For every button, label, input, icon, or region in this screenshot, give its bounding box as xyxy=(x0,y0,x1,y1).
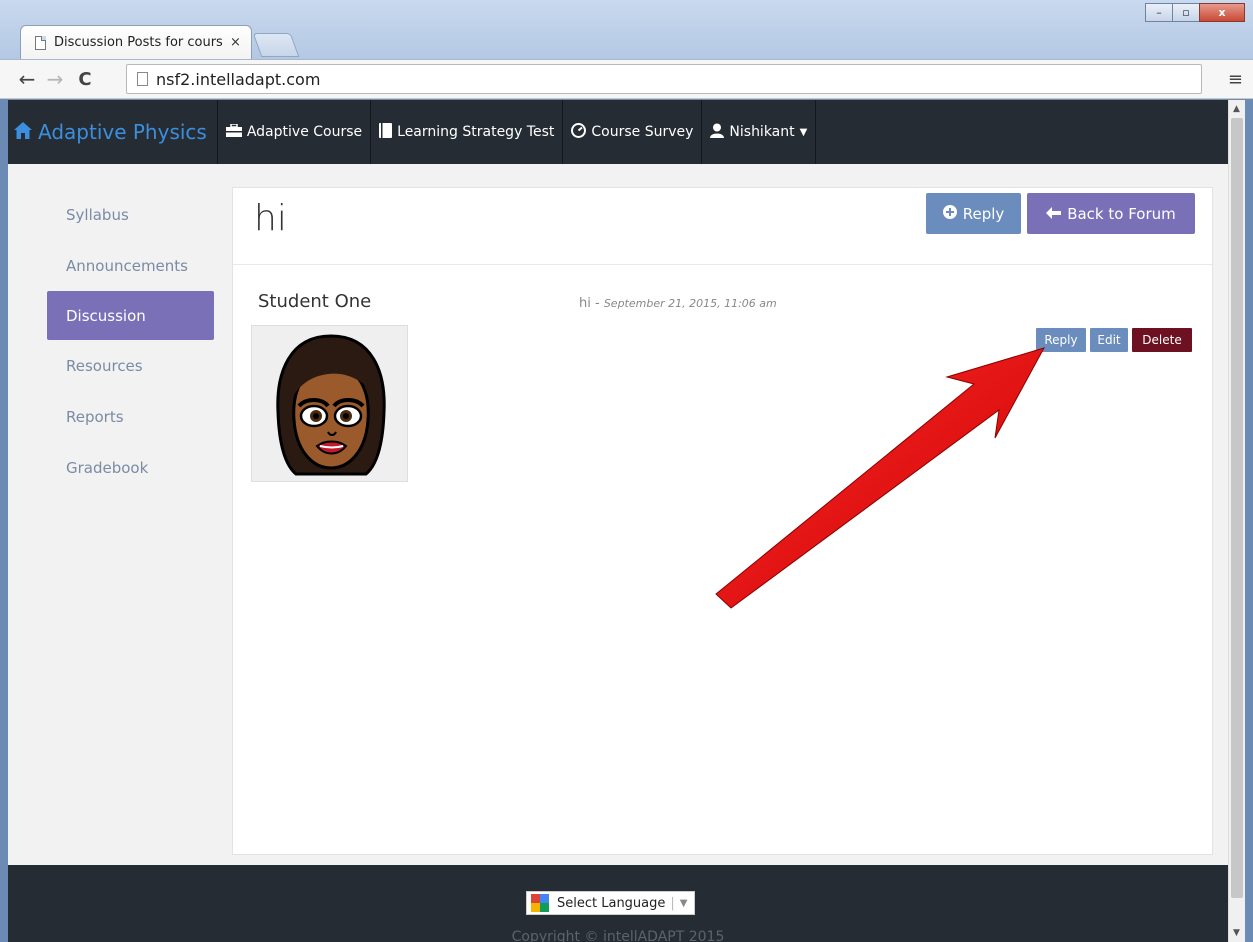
page-footer: Select Language | ▼ Copyright © intellAD… xyxy=(8,865,1228,942)
post-delete-button[interactable]: Delete xyxy=(1132,328,1192,352)
browser-tab[interactable]: Discussion Posts for cours × xyxy=(20,25,252,59)
address-bar[interactable]: nsf2.intelladapt.com xyxy=(126,64,1202,94)
sidebar-item-discussion[interactable]: Discussion xyxy=(47,291,214,340)
language-selector[interactable]: Select Language | ▼ xyxy=(526,891,695,915)
nav-label: Learning Strategy Test xyxy=(397,124,555,140)
copyright-text: Copyright © intellADAPT 2015 xyxy=(511,929,725,942)
plus-circle-icon xyxy=(942,204,957,223)
post-panel: hi Reply Back to Forum Student One hi - … xyxy=(232,187,1213,855)
page-title: hi xyxy=(254,198,287,239)
nav-adaptive-course[interactable]: Adaptive Course xyxy=(218,100,372,164)
brand-link[interactable]: Adaptive Physics xyxy=(8,100,218,164)
dashboard-icon xyxy=(571,122,587,142)
back-label: Back to Forum xyxy=(1067,204,1176,223)
user-name: Nishikant xyxy=(729,124,795,140)
tab-close-icon[interactable]: × xyxy=(230,35,241,50)
dropdown-arrow-icon: ▼ xyxy=(679,897,688,909)
briefcase-icon xyxy=(225,122,242,141)
post-date: September 21, 2015, 11:06 am xyxy=(603,297,777,310)
window-frame xyxy=(0,100,8,942)
avatar-face-icon xyxy=(276,334,386,476)
forward-arrow-icon[interactable]: → xyxy=(44,67,66,91)
nav-learning-strategy-test[interactable]: Learning Strategy Test xyxy=(371,100,564,164)
vertical-scrollbar[interactable]: ▲ ▼ xyxy=(1228,100,1245,942)
separator: | xyxy=(670,895,675,911)
post-actions: Reply Edit Delete xyxy=(1036,328,1192,352)
arrow-left-icon xyxy=(1046,205,1062,223)
post-meta: hi - September 21, 2015, 11:06 am xyxy=(579,296,777,311)
top-navbar: Adaptive Physics Adaptive Course Learnin… xyxy=(8,100,1228,164)
window-frame xyxy=(1245,100,1253,942)
user-menu-dropdown[interactable]: Nishikant ▼ xyxy=(702,100,817,164)
new-tab-button[interactable] xyxy=(252,33,300,57)
brand-label: Adaptive Physics xyxy=(38,120,207,144)
browser-titlebar: Discussion Posts for cours × – ▫ x xyxy=(0,0,1253,60)
sidebar: Syllabus Announcements Discussion Resour… xyxy=(47,189,214,493)
menu-icon[interactable]: ≡ xyxy=(1228,69,1243,90)
post-author: Student One xyxy=(258,291,372,312)
browser-toolbar: ← → C nsf2.intelladapt.com ≡ xyxy=(0,59,1253,99)
scroll-down-arrow-icon[interactable]: ▼ xyxy=(1233,928,1240,938)
nav-label: Adaptive Course xyxy=(246,124,363,140)
google-translate-icon xyxy=(531,894,549,912)
reply-button[interactable]: Reply xyxy=(926,193,1021,234)
panel-header: hi Reply Back to Forum xyxy=(233,188,1212,265)
scroll-thumb[interactable] xyxy=(1231,118,1243,898)
page-icon xyxy=(35,35,46,50)
nav-course-survey[interactable]: Course Survey xyxy=(563,100,703,164)
close-window-button[interactable]: x xyxy=(1199,3,1245,22)
avatar xyxy=(251,325,408,482)
sidebar-item-reports[interactable]: Reports xyxy=(47,391,214,442)
sidebar-item-announcements[interactable]: Announcements xyxy=(47,240,214,291)
sidebar-item-gradebook[interactable]: Gradebook xyxy=(47,442,214,493)
back-arrow-icon[interactable]: ← xyxy=(16,67,38,91)
post-reply-button[interactable]: Reply xyxy=(1036,328,1086,352)
language-label: Select Language xyxy=(557,895,666,911)
caret-down-icon: ▼ xyxy=(799,126,808,138)
post-edit-button[interactable]: Edit xyxy=(1090,328,1128,352)
window-controls: – ▫ x xyxy=(1145,3,1245,22)
book-icon xyxy=(379,122,393,142)
page-viewport: Adaptive Physics Adaptive Course Learnin… xyxy=(8,100,1228,942)
url-text: nsf2.intelladapt.com xyxy=(156,69,321,89)
reload-icon[interactable]: C xyxy=(74,69,96,90)
tab-title: Discussion Posts for cours xyxy=(54,35,223,50)
post-subject: hi xyxy=(579,296,591,311)
maximize-button[interactable]: ▫ xyxy=(1172,3,1200,22)
minimize-button[interactable]: – xyxy=(1145,3,1173,22)
home-icon xyxy=(14,120,32,144)
scroll-up-arrow-icon[interactable]: ▲ xyxy=(1233,104,1240,114)
nav-label: Course Survey xyxy=(591,124,694,140)
sidebar-item-resources[interactable]: Resources xyxy=(47,340,214,391)
user-icon xyxy=(710,123,725,142)
page-icon xyxy=(137,72,148,86)
reply-label: Reply xyxy=(962,204,1005,223)
back-to-forum-button[interactable]: Back to Forum xyxy=(1027,193,1195,234)
sidebar-item-syllabus[interactable]: Syllabus xyxy=(47,189,214,240)
